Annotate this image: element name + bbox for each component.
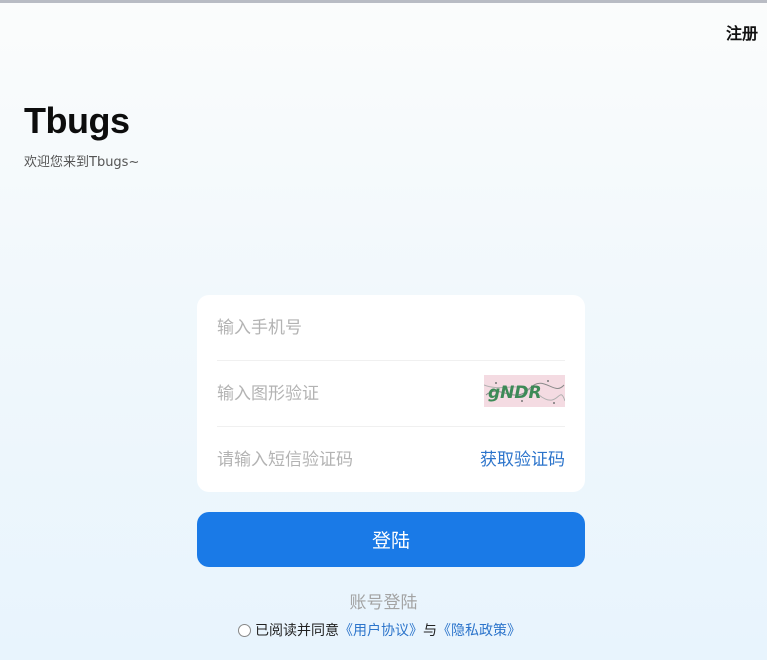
captcha-input[interactable] xyxy=(217,361,457,427)
agreement-prefix: 已阅读并同意 xyxy=(255,623,339,639)
agreement-row: 已阅读并同意《用户协议》与《隐私政策》 xyxy=(238,620,521,640)
captcha-row: gNDR xyxy=(217,361,565,427)
captcha-graphic: gNDR xyxy=(484,375,565,407)
privacy-policy-link[interactable]: 《隐私政策》 xyxy=(437,623,521,639)
agreement-radio[interactable] xyxy=(238,624,251,637)
phone-row xyxy=(217,295,565,361)
brand-title: Tbugs xyxy=(24,100,130,141)
account-login-link[interactable]: 账号登陆 xyxy=(0,588,767,613)
user-agreement-link[interactable]: 《用户协议》 xyxy=(339,623,423,639)
window-top-border xyxy=(0,0,767,3)
agreement-conjunction: 与 xyxy=(423,623,437,639)
welcome-subtitle: 欢迎您来到Tbugs~ xyxy=(24,155,140,170)
svg-text:gNDR: gNDR xyxy=(488,383,542,403)
login-form-card: gNDR 获取验证码 xyxy=(197,295,585,493)
captcha-text: gNDR xyxy=(488,383,542,403)
register-link[interactable]: 注册 xyxy=(726,20,758,44)
captcha-image[interactable]: gNDR xyxy=(484,375,565,407)
sms-code-input[interactable] xyxy=(217,427,457,493)
phone-input[interactable] xyxy=(217,295,457,361)
sms-row: 获取验证码 xyxy=(217,427,565,493)
login-button[interactable]: 登陆 xyxy=(197,512,585,567)
get-sms-code-button[interactable]: 获取验证码 xyxy=(480,427,565,493)
